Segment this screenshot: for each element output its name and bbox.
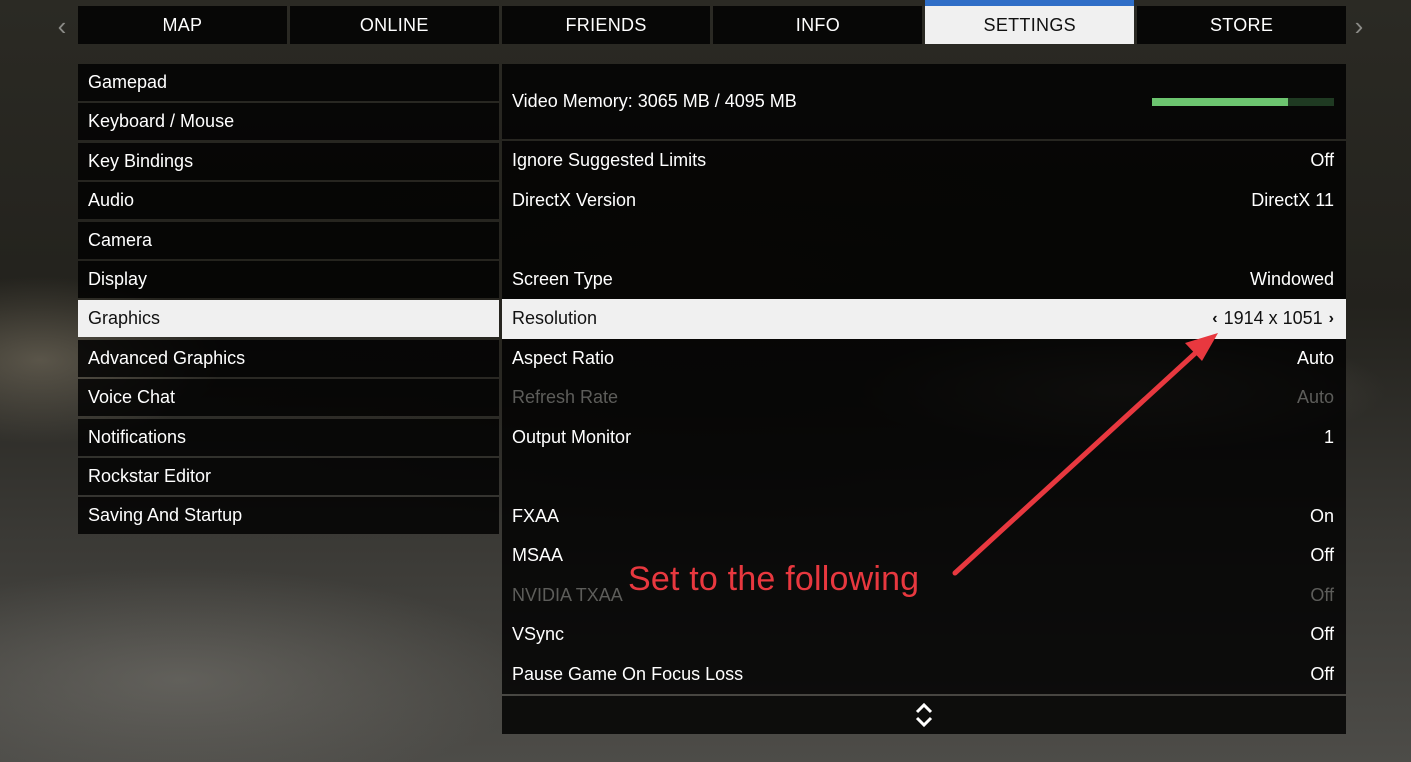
graphics-settings-panel: Video Memory: 3065 MB / 4095 MB Ignore S… [502,64,1346,734]
chevron-right-icon[interactable]: › [1329,310,1334,328]
video-memory-row: Video Memory: 3065 MB / 4095 MB [502,64,1346,139]
sidebar-item-key-bindings[interactable]: Key Bindings [78,142,499,180]
sidebar-item-audio[interactable]: Audio [78,182,499,220]
setting-row-vsync[interactable]: VSync Off [502,615,1346,655]
setting-value: ‹ 1914 x 1051 › [1212,308,1334,329]
setting-value: DirectX 11 [1251,189,1334,210]
setting-value-text: 1914 x 1051 [1223,308,1323,329]
sidebar-item-notifications[interactable]: Notifications [78,418,499,456]
setting-row-ignore-suggested-limits[interactable]: Ignore Suggested Limits Off [502,141,1346,181]
video-memory-bar [1152,97,1334,106]
setting-row-output-monitor[interactable]: Output Monitor 1 [502,418,1346,458]
nav-left-icon[interactable]: ‹ [50,8,74,44]
setting-label: Output Monitor [512,426,632,447]
sidebar-item-saving-and-startup[interactable]: Saving And Startup [78,497,499,535]
top-tab-bar: MAP ONLINE FRIENDS INFO SETTINGS STORE [78,0,1346,44]
settings-list: Ignore Suggested Limits Off DirectX Versio… [502,141,1346,694]
setting-value: 1 [1323,426,1334,447]
setting-row-directx-version[interactable]: DirectX Version DirectX 11 [502,181,1346,221]
setting-row-resolution[interactable]: Resolution ‹ 1914 x 1051 › [502,299,1346,339]
setting-value: Off [1310,584,1334,605]
tab-info[interactable]: INFO [713,6,923,44]
sidebar-item-gamepad[interactable]: Gamepad [78,64,499,101]
setting-value: Off [1310,545,1334,566]
setting-label: FXAA [512,505,560,526]
setting-value: Windowed [1249,268,1334,289]
chevron-left-icon[interactable]: ‹ [1212,310,1217,328]
setting-value: Off [1310,150,1334,171]
setting-label: MSAA [512,545,564,566]
nav-right-icon[interactable]: › [1347,8,1371,44]
setting-row-refresh-rate: Refresh Rate Auto [502,378,1346,418]
sidebar-item-display[interactable]: Display [78,260,499,298]
video-memory-bar-fill [1152,97,1289,106]
sidebar-item-camera[interactable]: Camera [78,221,499,259]
setting-value: Auto [1296,347,1334,368]
setting-label: Ignore Suggested Limits [512,150,707,171]
setting-label: Pause Game On Focus Loss [512,663,744,684]
setting-label: VSync [512,624,565,645]
scroll-updown-icon [915,702,933,728]
sidebar-item-keyboard-mouse[interactable]: Keyboard / Mouse [78,103,499,141]
setting-row-screen-type[interactable]: Screen Type Windowed [502,260,1346,300]
setting-row-aspect-ratio[interactable]: Aspect Ratio Auto [502,339,1346,379]
setting-value: On [1309,505,1334,526]
settings-sidebar: Gamepad Keyboard / Mouse Key Bindings Audio… [78,64,499,537]
row-spacer [502,220,1346,260]
setting-label: Refresh Rate [512,387,619,408]
sidebar-item-graphics[interactable]: Graphics [78,300,499,338]
setting-label: Screen Type [512,268,613,289]
tab-online[interactable]: ONLINE [289,6,499,44]
tab-settings[interactable]: SETTINGS [925,0,1135,44]
setting-label: Aspect Ratio [512,347,615,368]
scroll-indicator[interactable] [502,696,1346,734]
row-spacer [502,457,1346,497]
tab-store[interactable]: STORE [1137,6,1346,44]
setting-label: NVIDIA TXAA [512,584,623,605]
video-memory-label: Video Memory: 3065 MB / 4095 MB [512,91,797,111]
setting-row-fxaa[interactable]: FXAA On [502,497,1346,537]
tab-friends[interactable]: FRIENDS [501,6,711,44]
setting-value: Auto [1296,387,1334,408]
tab-map[interactable]: MAP [78,6,287,44]
sidebar-item-advanced-graphics[interactable]: Advanced Graphics [78,339,499,377]
annotation-text: Set to the following [628,560,920,598]
sidebar-item-voice-chat[interactable]: Voice Chat [78,379,499,417]
sidebar-item-rockstar-editor[interactable]: Rockstar Editor [78,457,499,495]
setting-value: Off [1310,663,1334,684]
setting-row-pause-game-on-focus-loss[interactable]: Pause Game On Focus Loss Off [502,655,1346,695]
setting-value: Off [1310,624,1334,645]
setting-label: DirectX Version [512,189,637,210]
setting-label: Resolution [512,308,598,329]
